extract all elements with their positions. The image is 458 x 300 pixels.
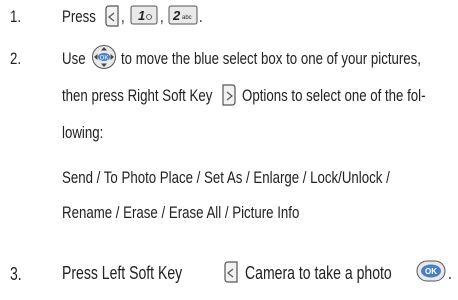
right-soft-key-icon <box>222 84 236 106</box>
key-2-label: 2 <box>172 8 181 23</box>
step-2-options-line-1: Send / To Photo Place / Set As / Enlarge… <box>62 168 390 187</box>
step-1-press-text: Press <box>62 7 96 26</box>
ok-key-label: OK <box>425 267 437 276</box>
step-2-line-1: to move the blue select box to one of yo… <box>121 49 421 68</box>
step-number-2: 2. <box>10 49 22 68</box>
step-number-1: 1. <box>10 7 22 26</box>
key-1-label: 1 <box>138 8 145 23</box>
step-2-line-2-start: then press Right Soft Key <box>62 86 213 105</box>
step-2-options-line-2: Rename / Erase / Erase All / Picture Inf… <box>62 203 300 222</box>
step-number-3: 3. <box>10 264 22 284</box>
step-3-start: Press Left Soft Key <box>62 263 183 283</box>
1-key-icon: 1 <box>130 5 158 25</box>
key-2-sub-label: abc <box>182 15 192 21</box>
step-2-line-2-rest: Options to select one of the fol- <box>242 86 426 105</box>
step-3-end: . <box>448 263 452 283</box>
left-soft-key-icon <box>224 261 238 283</box>
nav-key-ok-label: OK <box>100 56 109 62</box>
left-soft-key-icon <box>105 5 119 27</box>
step-1-separator-2: , <box>160 7 164 26</box>
2abc-key-icon: 2 abc <box>168 5 198 25</box>
ok-key-icon: OK <box>416 260 446 282</box>
step-3-middle: Camera to take a photo <box>245 263 392 283</box>
navigation-key-icon: OK <box>92 45 116 69</box>
step-2-use-text: Use <box>62 49 86 68</box>
step-2-line-3: lowing: <box>62 123 104 142</box>
step-1-end: . <box>199 7 203 26</box>
step-1-separator: , <box>121 7 125 26</box>
